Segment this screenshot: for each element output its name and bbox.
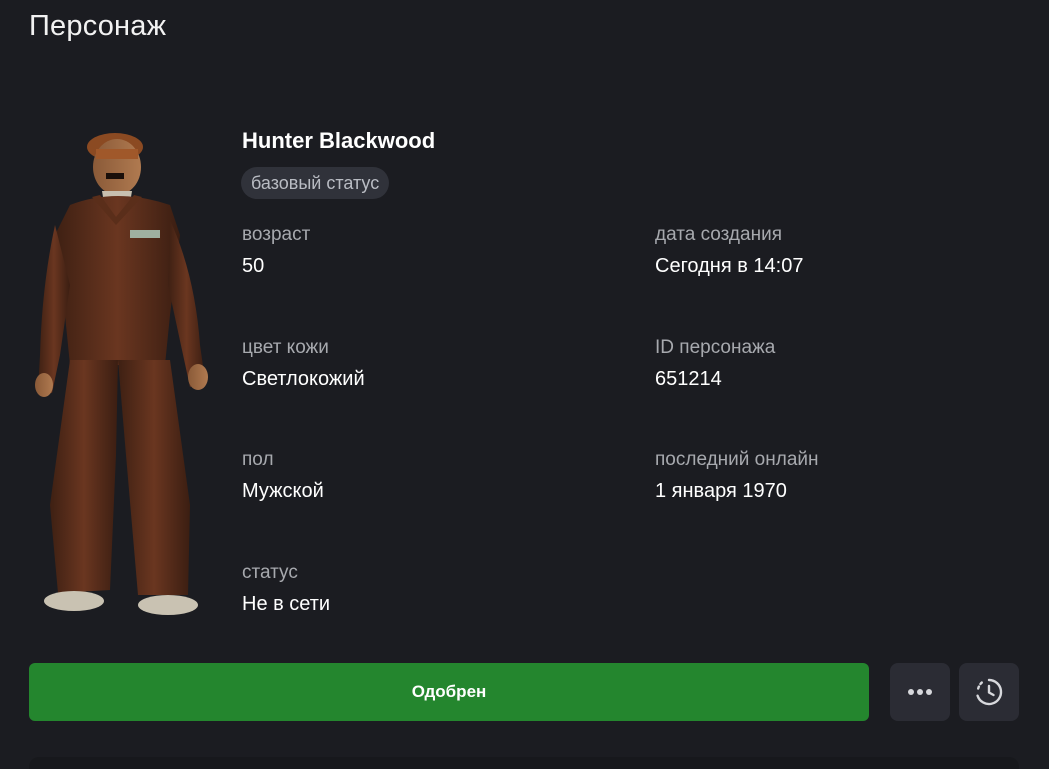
field-value: Не в сети [242, 593, 331, 615]
field-value: Светлокожий [242, 368, 365, 390]
status-badge: базовый статус [241, 167, 390, 199]
more-horizontal-icon [908, 689, 932, 695]
field-label: последний онлайн [655, 449, 819, 470]
field-skin-color: цвет кожи Светлокожий [242, 337, 365, 391]
character-avatar [35, 133, 208, 615]
field-value: 651214 [655, 368, 722, 390]
field-label: дата создания [655, 224, 782, 245]
history-button[interactable] [959, 663, 1019, 721]
bottom-panel [29, 757, 1019, 769]
field-value: Сегодня в 14:07 [655, 255, 804, 277]
field-label: статус [242, 562, 298, 583]
field-character-id: ID персонажа 651214 [655, 337, 775, 391]
field-value: 1 января 1970 [655, 480, 787, 502]
field-label: возраст [242, 224, 311, 245]
field-value: 50 [242, 255, 265, 277]
field-created-date: дата создания Сегодня в 14:07 [655, 224, 803, 278]
more-button[interactable] [890, 663, 950, 721]
field-last-online: последний онлайн 1 января 1970 [655, 449, 819, 503]
page-title: Персонаж [29, 10, 167, 42]
character-name: Hunter Blackwood [242, 128, 436, 153]
field-label: цвет кожи [242, 337, 329, 358]
character-page: Персонаж Hunter Blackwood базовый статус… [0, 0, 1049, 769]
field-gender: пол Мужской [242, 449, 324, 503]
field-age: возраст 50 [242, 224, 310, 278]
field-label: ID персонажа [655, 337, 776, 358]
history-clock-icon [976, 678, 1003, 706]
field-value: Мужской [242, 480, 324, 502]
approved-button[interactable]: Одобрен [29, 663, 869, 721]
field-label: пол [242, 449, 274, 470]
field-status: статус Не в сети [242, 562, 330, 616]
